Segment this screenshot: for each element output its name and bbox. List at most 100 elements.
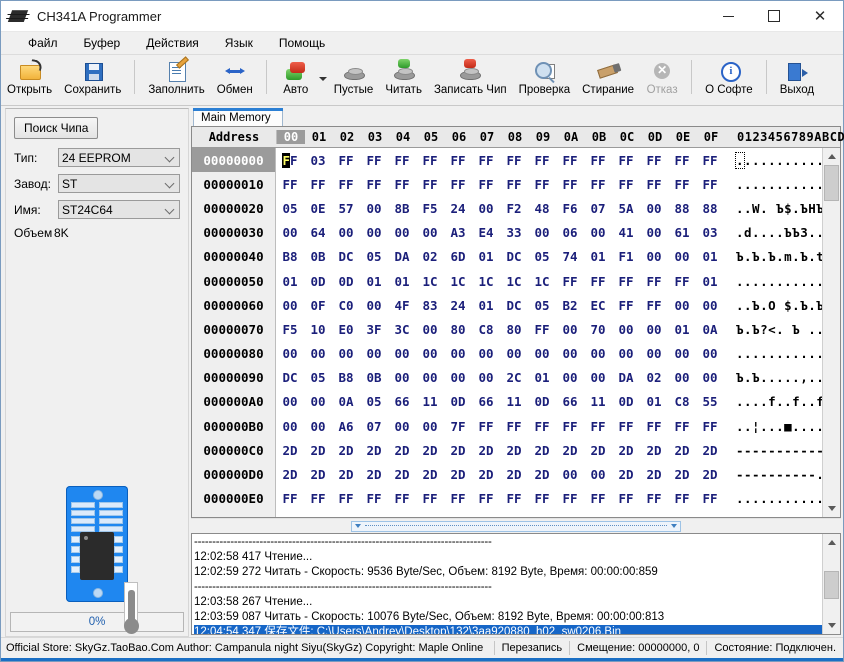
hex-row-ascii[interactable]: ................ <box>736 491 822 506</box>
hex-byte[interactable]: C0 <box>332 298 360 313</box>
hex-byte[interactable]: 11 <box>584 394 612 409</box>
hex-byte[interactable]: 2D <box>276 443 304 458</box>
hex-row[interactable]: 000000C0 2D 2D 2D 2D 2D 2D 2D 2D 2D 2D 2D 2D 2D 2D 2D 2D… <box>192 438 822 463</box>
hex-byte[interactable]: 00 <box>584 370 612 385</box>
hex-byte[interactable]: DC <box>500 298 528 313</box>
toolbar-erase-button[interactable]: Стирание <box>576 57 640 101</box>
hex-byte[interactable]: FF <box>612 298 640 313</box>
hex-byte[interactable]: FF <box>668 515 696 517</box>
hex-byte[interactable]: 80 <box>500 322 528 337</box>
scroll-down-icon[interactable] <box>823 617 840 634</box>
hex-byte[interactable]: FF <box>556 274 584 289</box>
hex-byte[interactable]: 0A <box>696 322 724 337</box>
hex-byte[interactable]: 2D <box>500 443 528 458</box>
hex-byte[interactable]: 48 <box>528 201 556 216</box>
hex-byte[interactable]: 00 <box>276 298 304 313</box>
hex-byte[interactable]: 0D <box>304 274 332 289</box>
hex-byte[interactable]: 5A <box>612 201 640 216</box>
hex-byte[interactable]: FF <box>612 153 640 168</box>
hex-byte[interactable]: 2D <box>332 443 360 458</box>
hex-row-ascii[interactable]: ................ <box>736 346 822 361</box>
hex-byte[interactable]: FF <box>332 491 360 506</box>
hex-byte[interactable]: FF <box>612 419 640 434</box>
hex-byte[interactable]: FF <box>444 515 472 517</box>
hex-byte[interactable]: 00 <box>696 346 724 361</box>
hex-byte[interactable]: FF <box>584 491 612 506</box>
hex-byte[interactable]: 7F <box>444 419 472 434</box>
hex-byte[interactable]: 00 <box>276 346 304 361</box>
hex-byte[interactable]: 2C <box>500 370 528 385</box>
hex-byte[interactable]: 2D <box>556 443 584 458</box>
hex-byte[interactable]: 00 <box>528 346 556 361</box>
hex-byte[interactable]: 24 <box>444 201 472 216</box>
hex-byte[interactable]: B2 <box>556 298 584 313</box>
hex-byte[interactable]: FF <box>640 298 668 313</box>
minimize-button[interactable] <box>705 1 751 31</box>
hex-row[interactable]: 00000000 FF 03 FF FF FF FF FF FF FF FF FF FF FF FF FF FF… <box>192 148 822 173</box>
hex-byte[interactable]: 01 <box>472 298 500 313</box>
hex-byte[interactable]: FF <box>528 177 556 192</box>
menu-help[interactable]: Помощь <box>266 34 338 52</box>
hex-byte[interactable]: 00 <box>332 225 360 240</box>
hex-byte[interactable]: FF <box>640 515 668 517</box>
hex-byte[interactable]: 66 <box>388 394 416 409</box>
log-vertical-scrollbar[interactable] <box>822 534 840 634</box>
hex-byte[interactable]: FF <box>360 153 388 168</box>
hex-byte[interactable]: 00 <box>444 370 472 385</box>
hex-byte[interactable]: FF <box>276 515 304 517</box>
hex-row-ascii[interactable]: ----------..---- <box>736 467 822 482</box>
hex-byte[interactable]: FF <box>668 274 696 289</box>
hex-byte[interactable]: E0 <box>332 322 360 337</box>
hex-byte[interactable]: 2D <box>472 443 500 458</box>
hex-byte[interactable]: 66 <box>556 394 584 409</box>
hex-byte[interactable]: 2D <box>668 467 696 482</box>
log-line[interactable]: 12:03:59 087 Читать - Скорость: 10076 By… <box>194 610 822 625</box>
hex-byte[interactable]: 00 <box>416 419 444 434</box>
hex-byte[interactable]: FF <box>584 515 612 517</box>
hex-byte[interactable]: 00 <box>584 346 612 361</box>
hex-byte[interactable]: FF <box>444 153 472 168</box>
toolbar-blankcheck-button[interactable]: Пустые <box>328 57 380 101</box>
toolbar-fill-button[interactable]: Заполнить <box>142 56 210 101</box>
hex-row-ascii[interactable]: .d....ЪЪ3...A.a. <box>736 225 822 240</box>
hex-byte[interactable]: FF <box>304 491 332 506</box>
hex-byte[interactable]: 00 <box>584 467 612 482</box>
hex-byte[interactable]: B8 <box>332 370 360 385</box>
hex-byte[interactable]: 00 <box>640 249 668 264</box>
hex-byte[interactable]: FF <box>528 491 556 506</box>
hex-byte[interactable]: 00 <box>556 346 584 361</box>
hex-byte[interactable]: 00 <box>388 346 416 361</box>
hex-byte[interactable]: 05 <box>360 249 388 264</box>
hex-byte[interactable]: 2D <box>304 443 332 458</box>
hex-byte[interactable]: 06 <box>556 225 584 240</box>
toolbar-swap-button[interactable]: Обмен <box>211 57 259 101</box>
hex-byte[interactable]: FF <box>416 491 444 506</box>
hex-byte[interactable]: 2D <box>444 467 472 482</box>
hex-byte[interactable]: 00 <box>696 298 724 313</box>
hex-row[interactable]: 000000E0 FF FF FF FF FF FF FF FF FF FF FF FF FF FF FF FF… <box>192 486 822 511</box>
hex-byte[interactable]: 24 <box>444 298 472 313</box>
hex-byte[interactable]: FF <box>388 491 416 506</box>
hex-byte[interactable]: B8 <box>276 249 304 264</box>
hex-byte[interactable]: 00 <box>472 201 500 216</box>
hex-byte[interactable]: 0A <box>332 394 360 409</box>
hex-byte[interactable]: 41 <box>612 225 640 240</box>
hex-byte[interactable]: FF <box>444 177 472 192</box>
hex-byte[interactable]: 2D <box>472 467 500 482</box>
hex-byte[interactable]: 57 <box>332 201 360 216</box>
hex-byte[interactable]: FF <box>668 153 696 168</box>
hex-byte[interactable]: FF <box>416 153 444 168</box>
log-scroll-track[interactable] <box>823 551 840 617</box>
hex-byte[interactable]: FF <box>360 177 388 192</box>
hex-row[interactable]: 000000F0FFFFFFFFFFFFFFFFFFFFFFFFFFFFFFFF… <box>192 510 822 517</box>
log-line[interactable]: ----------------------------------------… <box>194 580 822 595</box>
hex-byte[interactable]: 74 <box>556 249 584 264</box>
hex-byte[interactable]: 1C <box>472 274 500 289</box>
hex-byte[interactable]: FF <box>612 177 640 192</box>
hex-byte[interactable]: FF <box>640 274 668 289</box>
chevron-down-icon[interactable] <box>318 57 328 101</box>
hex-byte[interactable]: 01 <box>640 394 668 409</box>
hex-byte[interactable]: 88 <box>668 201 696 216</box>
hex-byte[interactable]: 00 <box>360 298 388 313</box>
hex-byte[interactable]: FF <box>668 491 696 506</box>
